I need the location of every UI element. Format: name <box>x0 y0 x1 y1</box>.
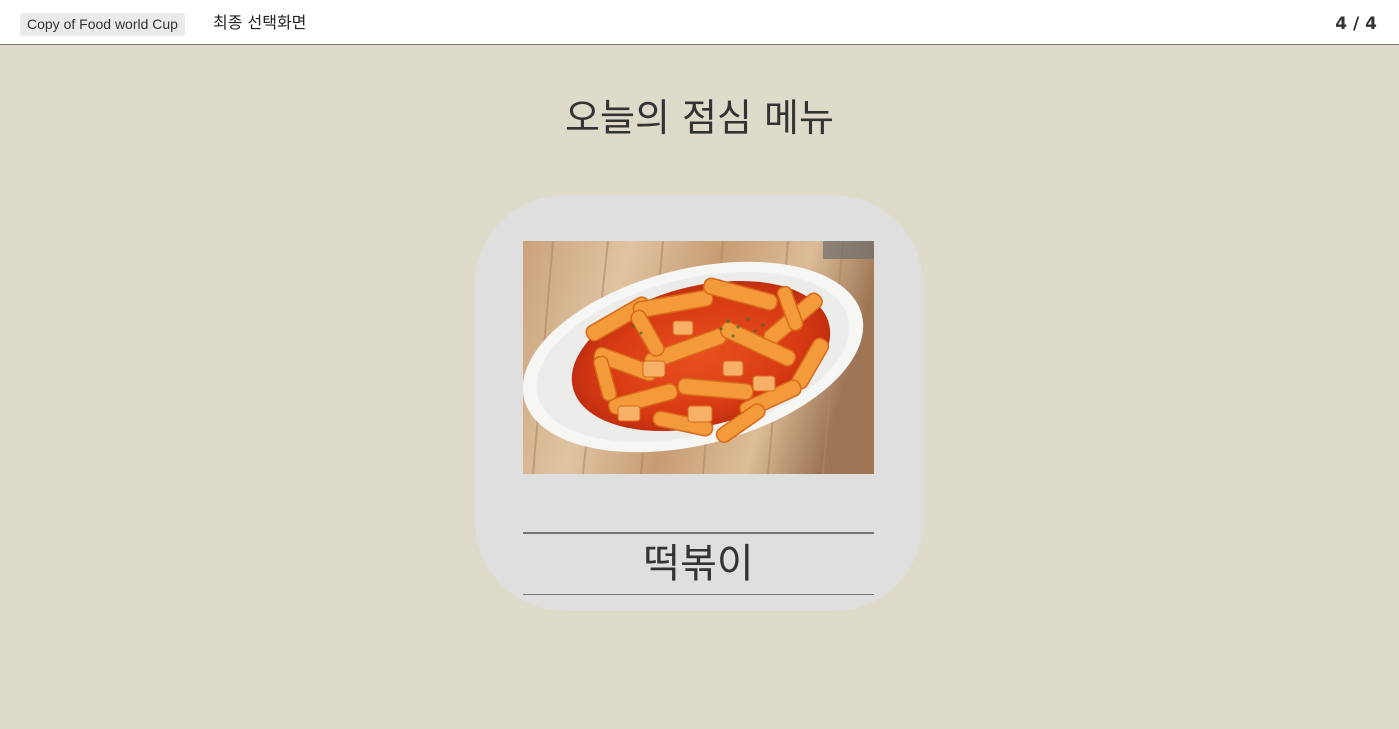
food-name: 떡볶이 <box>523 532 874 595</box>
page-title: 오늘의 점심 메뉴 <box>565 96 834 140</box>
result-card: 떡볶이 <box>475 195 923 611</box>
tteokbokki-photo <box>523 241 874 474</box>
screen-name: 최종 선택화면 <box>213 13 307 32</box>
project-name-chip[interactable]: Copy of Food world Cup <box>20 13 185 36</box>
page-counter: 4 / 4 <box>1335 14 1377 34</box>
top-bar: Copy of Food world Cup 최종 선택화면 4 / 4 <box>0 0 1399 45</box>
